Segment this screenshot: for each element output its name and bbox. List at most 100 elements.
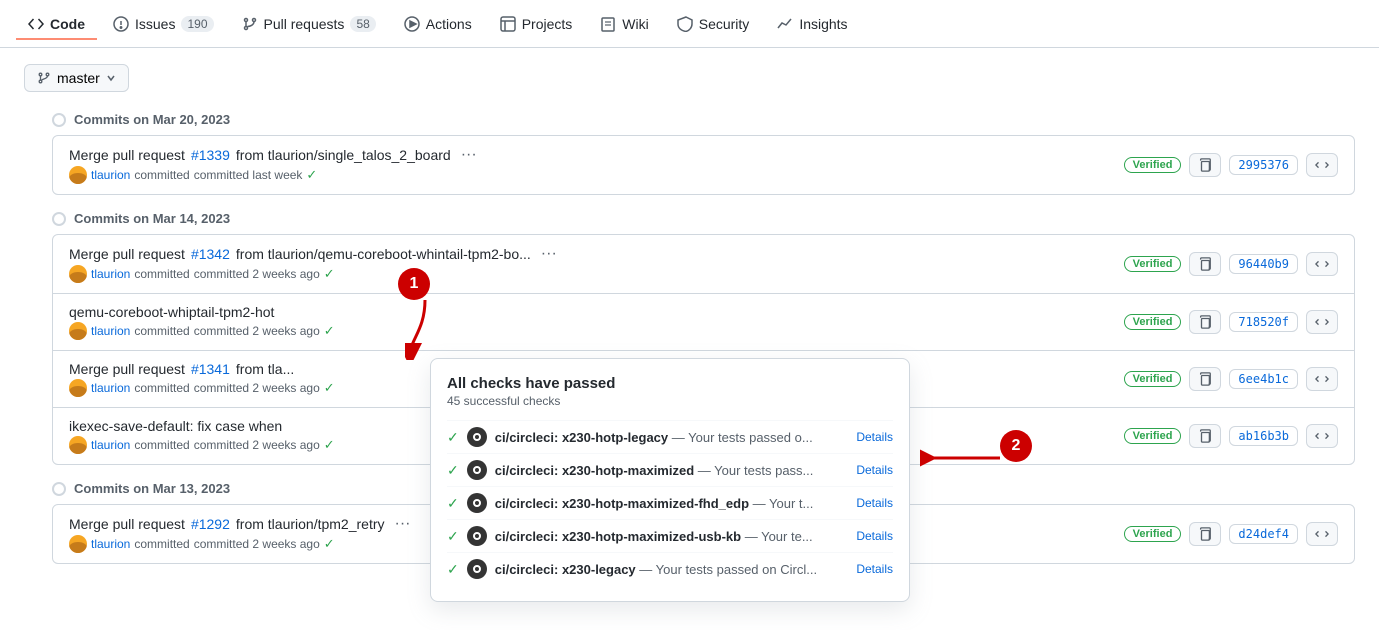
- main-content: master Commits on Mar 20, 2023 Merge pul…: [0, 48, 1379, 596]
- commit-date: Commits on Mar 20, 2023: [74, 112, 230, 127]
- commit-time: committed 2 weeks ago: [194, 267, 320, 281]
- commit-time-label: committed: [134, 381, 189, 395]
- browse-files-button[interactable]: [1306, 367, 1338, 391]
- check-details-link-2[interactable]: Details: [856, 496, 893, 510]
- check-details-link-1[interactable]: Details: [856, 463, 893, 477]
- commit-right: Verified 718520f: [1124, 310, 1338, 334]
- copy-hash-button[interactable]: [1189, 310, 1221, 334]
- commit-time: committed 2 weeks ago: [194, 537, 320, 551]
- copy-hash-button[interactable]: [1189, 367, 1221, 391]
- check-details-link-3[interactable]: Details: [856, 529, 893, 543]
- commit-hash-link[interactable]: 6ee4b1c: [1229, 369, 1298, 389]
- commit-author[interactable]: tlaurion: [91, 168, 130, 182]
- nav-item-wiki[interactable]: Wiki: [588, 8, 660, 40]
- browse-files-button[interactable]: [1306, 310, 1338, 334]
- copy-hash-button[interactable]: [1189, 522, 1221, 546]
- check-detail-4: — Your tests passed on Circl...: [639, 562, 817, 577]
- check-passed-icon: ✓: [306, 167, 317, 183]
- commit-hash-link[interactable]: 2995376: [1229, 155, 1298, 175]
- commit-row: Merge pull request #1339 from tlaurion/s…: [53, 136, 1354, 194]
- copy-hash-button[interactable]: [1189, 153, 1221, 177]
- commit-author[interactable]: tlaurion: [91, 324, 130, 338]
- verified-badge: Verified: [1124, 428, 1182, 444]
- check-detail-0: — Your tests passed o...: [672, 430, 813, 445]
- commit-pr-link[interactable]: #1339: [191, 147, 230, 163]
- check-text-1: ci/circleci: x230-hotp-maximized — Your …: [495, 463, 849, 478]
- copy-icon: [1198, 257, 1212, 271]
- check-passed-icon: ✓: [324, 437, 335, 453]
- commit-author[interactable]: tlaurion: [91, 267, 130, 281]
- pr-badge: 58: [350, 16, 375, 32]
- nav-item-pull-requests[interactable]: Pull requests 58: [230, 8, 388, 40]
- commit-title-rest: from tla...: [236, 361, 294, 377]
- commit-hash-link[interactable]: 718520f: [1229, 312, 1298, 332]
- commit-right: Verified 96440b9: [1124, 252, 1338, 276]
- commit-ellipsis[interactable]: ···: [537, 245, 561, 263]
- nav-item-projects[interactable]: Projects: [488, 8, 585, 40]
- commit-time-label: committed: [134, 267, 189, 281]
- check-passed-icon: ✓: [324, 266, 335, 282]
- commit-hash-link[interactable]: d24def4: [1229, 524, 1298, 544]
- commit-meta: tlaurion committed committed last week ✓: [69, 166, 1112, 184]
- commit-meta: tlaurion committed committed 2 weeks ago…: [69, 322, 1112, 340]
- circleci-icon-0: [467, 427, 487, 447]
- nav-item-insights[interactable]: Insights: [765, 8, 859, 40]
- copy-hash-button[interactable]: [1189, 424, 1221, 448]
- browse-files-button[interactable]: [1306, 522, 1338, 546]
- check-name-1: ci/circleci: x230-hotp-maximized: [495, 463, 694, 478]
- commit-pr-link[interactable]: #1292: [191, 516, 230, 532]
- circleci-icon-1: [467, 460, 487, 480]
- commit-title-text: qemu-coreboot-whiptail-tpm2-hot: [69, 304, 274, 320]
- nav-label-security: Security: [699, 16, 750, 32]
- nav-label-projects: Projects: [522, 16, 573, 32]
- browse-files-button[interactable]: [1306, 252, 1338, 276]
- copy-icon: [1198, 372, 1212, 386]
- nav-item-actions[interactable]: Actions: [392, 8, 484, 40]
- branch-selector[interactable]: master: [24, 64, 129, 92]
- wiki-icon: [600, 16, 616, 32]
- check-details-link-0[interactable]: Details: [856, 430, 893, 444]
- browse-files-button[interactable]: [1306, 153, 1338, 177]
- commit-author[interactable]: tlaurion: [91, 537, 130, 551]
- circleci-icon-2: [467, 493, 487, 513]
- check-success-icon-2: ✓: [447, 495, 459, 512]
- chevron-down-icon: [106, 73, 116, 83]
- nav-item-issues[interactable]: Issues 190: [101, 8, 226, 40]
- commit-title-text: ikexec-save-default: fix case when: [69, 418, 282, 434]
- popup-title: All checks have passed: [447, 375, 893, 392]
- check-success-icon-4: ✓: [447, 561, 459, 578]
- nav-item-security[interactable]: Security: [665, 8, 762, 40]
- nav-label-code: Code: [50, 16, 85, 32]
- commit-hash-link[interactable]: 96440b9: [1229, 254, 1298, 274]
- check-text-2: ci/circleci: x230-hotp-maximized-fhd_edp…: [495, 496, 849, 511]
- commit-meta: tlaurion committed committed 2 weeks ago…: [69, 265, 1112, 283]
- commit-time-label: committed: [134, 537, 189, 551]
- commit-left: qemu-coreboot-whiptail-tpm2-hot tlaurion…: [69, 304, 1112, 340]
- commit-title-text: Merge pull request: [69, 246, 185, 262]
- copy-icon: [1198, 527, 1212, 541]
- commit-title: Merge pull request #1342 from tlaurion/q…: [69, 245, 1112, 263]
- projects-icon: [500, 16, 516, 32]
- commit-author[interactable]: tlaurion: [91, 381, 130, 395]
- check-passed-icon: ✓: [324, 536, 335, 552]
- check-passed-icon: ✓: [324, 380, 335, 396]
- popup-subtitle: 45 successful checks: [447, 394, 893, 408]
- commit-ellipsis[interactable]: ···: [457, 146, 481, 164]
- check-item-0: ✓ ci/circleci: x230-hotp-legacy — Your t…: [447, 420, 893, 453]
- commit-author[interactable]: tlaurion: [91, 438, 130, 452]
- commit-right: Verified d24def4: [1124, 522, 1338, 546]
- check-details-link-4[interactable]: Details: [856, 562, 893, 576]
- nav-label-wiki: Wiki: [622, 16, 648, 32]
- copy-hash-button[interactable]: [1189, 252, 1221, 276]
- commit-pr-link[interactable]: #1342: [191, 246, 230, 262]
- avatar: [69, 166, 87, 184]
- commit-pr-link[interactable]: #1341: [191, 361, 230, 377]
- nav-item-code[interactable]: Code: [16, 8, 97, 40]
- browse-files-button[interactable]: [1306, 424, 1338, 448]
- commit-ellipsis[interactable]: ···: [391, 515, 415, 533]
- commit-hash-link[interactable]: ab16b3b: [1229, 426, 1298, 446]
- commit-title-text: Merge pull request: [69, 147, 185, 163]
- check-item-1: ✓ ci/circleci: x230-hotp-maximized — You…: [447, 453, 893, 486]
- verified-badge: Verified: [1124, 157, 1182, 173]
- check-detail-2: — Your t...: [753, 496, 814, 511]
